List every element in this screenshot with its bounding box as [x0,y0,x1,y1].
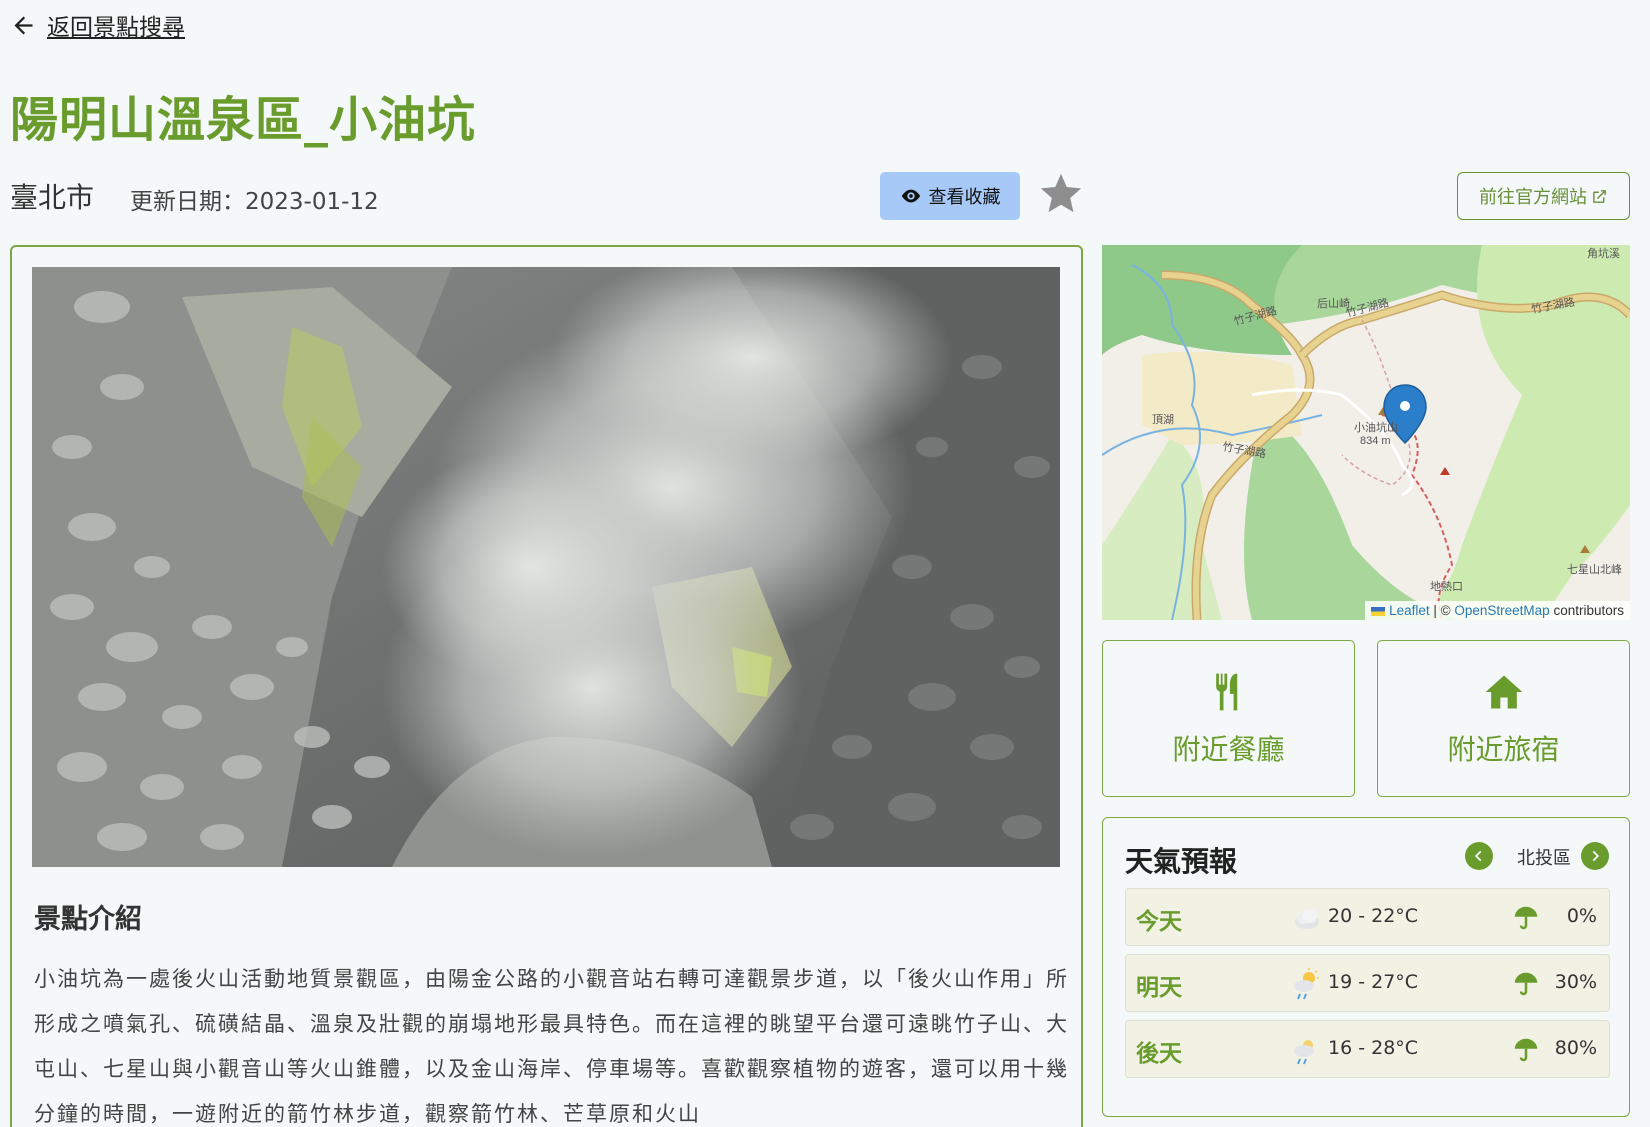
map-label-place-1: 后山崎 [1317,296,1350,310]
star-icon[interactable] [1038,170,1084,216]
umbrella-icon [1514,906,1538,930]
location-map[interactable]: 竹子湖路 竹子湖路 竹子湖路 竹子湖路 后山崎 頂湖 小油坑山 834 m 地熱… [1102,245,1630,620]
cloud-icon [1295,909,1319,929]
attribution-contributors: contributors [1549,603,1624,618]
utensils-icon [1215,673,1237,710]
map-label-place-3: 地熱口 [1430,580,1463,593]
home-icon [1485,675,1522,708]
intro-text: 小油坑為一處後火山活動地質景觀區，由陽金公路的小觀音站右轉可達觀景步道，以「後火… [34,967,1069,1126]
umbrella-icon [1514,1038,1538,1062]
weather-title: 天氣預報 [1125,845,1238,878]
leaflet-link[interactable]: Leaflet [1389,603,1430,618]
arrow-left-icon [14,16,33,34]
weather-prev-button[interactable] [1465,842,1493,870]
weather-row-tomorrow: 明天 19 - 27°C 30% [1125,954,1610,1012]
weather-rain: 0% [1566,905,1597,927]
weather-panel: 天氣預報 北投區 今天 20 - 22°C 0% 明天 19 - 27°C 30… [1102,817,1630,1117]
nearby-restaurants-label: 附近餐廳 [1172,732,1285,766]
back-label: 返回景點搜尋 [47,15,185,41]
city-label: 臺北市 [10,181,95,214]
weather-row-day-after: 後天 16 - 28°C 80% [1125,1020,1610,1078]
chevron-left-icon [1474,850,1482,862]
official-site-label: 前往官方網站 [1479,187,1587,208]
weather-temp: 16 - 28°C [1328,1037,1419,1059]
nearby-lodging-button[interactable]: 附近旅宿 [1377,640,1630,797]
weather-rain: 80% [1554,1037,1597,1059]
attribution-separator: | © [1429,603,1455,618]
page-title: 陽明山溫泉區_小油坑 [10,92,477,148]
weather-row-today: 今天 20 - 22°C 0% [1125,888,1610,946]
external-link-icon [1593,189,1606,203]
weather-temp: 19 - 27°C [1328,971,1419,993]
sun-cloud-rain-icon [1294,968,1319,1000]
map-attribution: Leaflet | © OpenStreetMap contributors [1365,601,1630,620]
chevron-right-icon [1592,850,1600,862]
intro-title: 景點介紹 [34,904,142,935]
back-to-search-link[interactable]: 返回景點搜尋 [10,8,185,42]
updated-date: 更新日期：2023-01-12 [130,189,379,215]
weather-district: 北投區 [1517,848,1571,869]
official-site-button[interactable]: 前往官方網站 [1457,172,1630,220]
osm-link[interactable]: OpenStreetMap [1454,603,1549,618]
weather-day: 今天 [1136,909,1182,935]
view-favorites-label: 查看收藏 [928,187,1001,208]
umbrella-icon [1514,972,1538,996]
map-label-peak: 小油坑山 [1354,420,1398,434]
attraction-card: 景點介紹 小油坑為一處後火山活動地質景觀區，由陽金公路的小觀音站右轉可達觀景步道… [10,245,1083,1127]
weather-next-button[interactable] [1581,842,1609,870]
cloud-rain-icon [1294,1040,1314,1065]
ukraine-flag-icon [1371,606,1386,616]
attraction-photo [32,267,1060,867]
map-label-peak-height: 834 m [1360,435,1391,447]
nearby-lodging-label: 附近旅宿 [1447,732,1560,766]
weather-temp: 20 - 22°C [1328,905,1419,927]
weather-day: 明天 [1136,975,1182,1001]
nearby-restaurants-button[interactable]: 附近餐廳 [1102,640,1355,797]
weather-day: 後天 [1136,1041,1182,1067]
map-label-place-4: 七星山北峰 [1567,563,1622,576]
view-favorites-button[interactable]: 查看收藏 [880,172,1020,220]
map-label-place-5: 角坑溪 [1587,246,1620,260]
weather-rain: 30% [1554,971,1597,993]
eye-icon [901,189,920,203]
map-label-place-2: 頂湖 [1152,413,1174,426]
